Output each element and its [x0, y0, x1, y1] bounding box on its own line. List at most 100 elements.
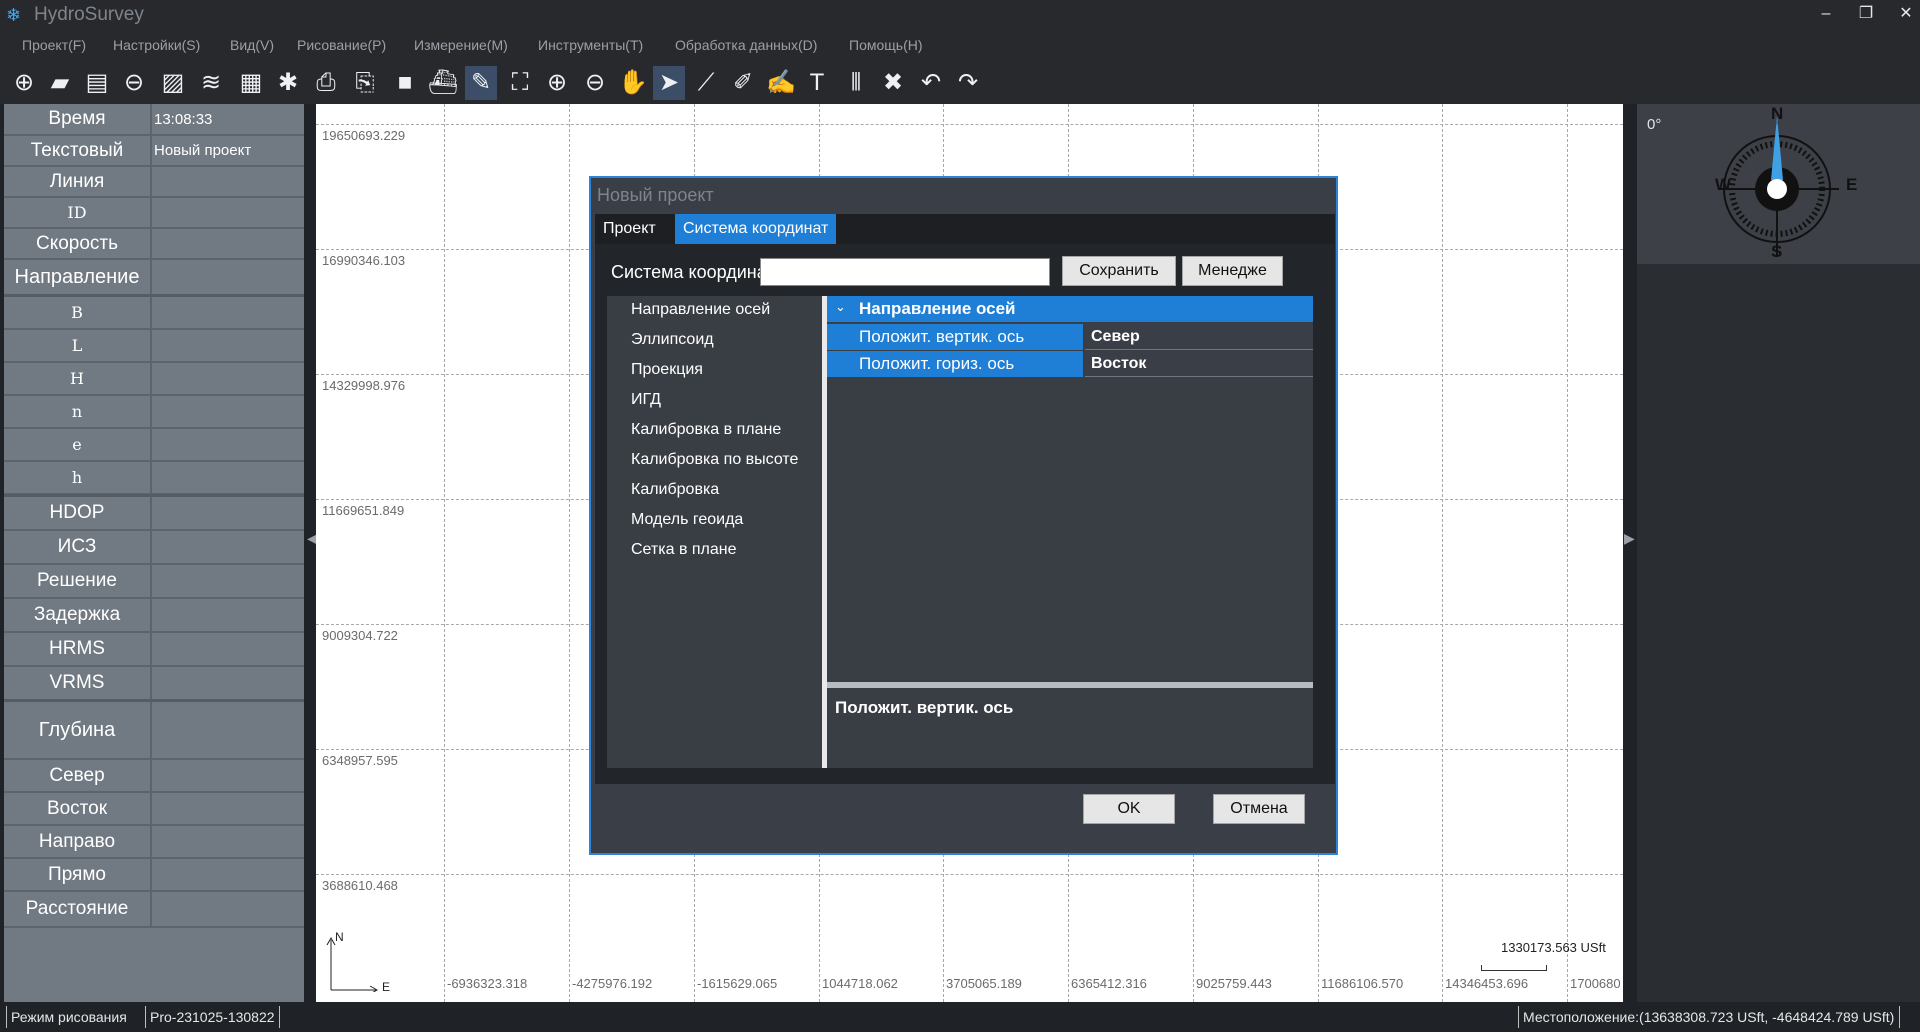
- menu-view[interactable]: Вид(V): [230, 37, 274, 53]
- layers-icon[interactable]: ≋: [195, 66, 227, 100]
- video-icon[interactable]: ■: [389, 66, 421, 100]
- property-row[interactable]: Положит. гориз. ось Восток: [827, 351, 1313, 377]
- document-icon[interactable]: ▦: [235, 66, 267, 100]
- fullscreen-icon[interactable]: ⛶: [504, 66, 536, 100]
- chevron-down-icon: ⌄: [835, 299, 846, 314]
- minimize-button[interactable]: –: [1808, 0, 1844, 30]
- settings-icon[interactable]: ✱: [272, 66, 304, 100]
- tree-item-axis-direction[interactable]: Направление осей: [631, 301, 770, 319]
- zoom-out-icon[interactable]: ⊖: [579, 66, 611, 100]
- y-axis-label: 16990346.103: [322, 253, 406, 268]
- tree-item-projection[interactable]: Проекция: [631, 361, 703, 379]
- property-row[interactable]: Положит. вертик. ось Север: [827, 324, 1313, 350]
- property-value[interactable]: Север: [1085, 324, 1313, 350]
- ok-button[interactable]: OK: [1083, 794, 1175, 824]
- edit-lines-icon[interactable]: ✍: [765, 66, 797, 100]
- axis-n-label: N: [335, 930, 344, 944]
- ruler-icon[interactable]: ⟋: [690, 66, 722, 100]
- link-icon[interactable]: ⊖: [118, 66, 150, 100]
- undo-icon[interactable]: ↶: [915, 66, 947, 100]
- restore-button[interactable]: ❐: [1848, 0, 1884, 30]
- tree-item-geoid-model[interactable]: Модель геоида: [631, 511, 743, 529]
- collapse-right-panel-icon[interactable]: ▶: [1624, 530, 1635, 547]
- toolbar: ⊕ ▰ ▤ ⊖ ▨ ≋ ▦ ✱ ⎙ ⎘ ■ ⛴ ✎ ⛶ ⊕ ⊖ ✋ ➤ ⟋ ✐ …: [0, 62, 1920, 104]
- app-title: HydroSurvey: [34, 4, 144, 25]
- coordinate-system-input[interactable]: [760, 258, 1050, 286]
- delete-icon[interactable]: ✖: [877, 66, 909, 100]
- barcode-icon[interactable]: ⦀: [840, 66, 872, 100]
- compass-n-label: N: [1771, 104, 1784, 123]
- row-east: Восток: [4, 793, 304, 826]
- property-name: Положит. вертик. ось: [853, 324, 1083, 350]
- row-label: HDOP: [4, 497, 152, 529]
- tree-item-horizontal-calibration[interactable]: Калибровка в плане: [631, 421, 781, 439]
- menu-tools[interactable]: Инструменты(T): [538, 37, 643, 53]
- image-icon[interactable]: ▨: [157, 66, 189, 100]
- tree-item-ellipsoid[interactable]: Эллипсоид: [631, 331, 714, 349]
- row-vrms: VRMS: [4, 667, 304, 701]
- tree-item-vertical-calibration[interactable]: Калибровка по высоте: [631, 451, 798, 469]
- tab-project[interactable]: Проект: [595, 214, 664, 244]
- row-text: Текстовый Новый проект: [4, 136, 304, 167]
- menu-drawing[interactable]: Рисование(P): [297, 37, 386, 53]
- edit-points-icon[interactable]: ✐: [727, 66, 759, 100]
- settings-tree: Направление осей Эллипсоид Проекция ИГД …: [607, 296, 822, 768]
- row-id: ID: [4, 198, 304, 229]
- row-latency: Задержка: [4, 599, 304, 633]
- property-name: Положит. гориз. ось: [853, 351, 1083, 377]
- y-axis-label: 6348957.595: [322, 753, 398, 768]
- menu-settings[interactable]: Настройки(S): [113, 37, 200, 53]
- row-label: L: [4, 330, 152, 361]
- compass-w-label: W: [1715, 175, 1732, 194]
- row-label: VRMS: [4, 667, 152, 699]
- grid-line: [316, 124, 1623, 125]
- row-label: Прямо: [4, 859, 152, 890]
- print-setup-icon[interactable]: ⎘: [349, 66, 381, 100]
- row-label: Направление: [4, 260, 152, 294]
- close-button[interactable]: ✕: [1888, 0, 1920, 30]
- save-button[interactable]: Сохранить: [1062, 256, 1176, 286]
- tab-coordinate-system[interactable]: Система координат: [675, 214, 837, 244]
- property-group-header[interactable]: ⌄ Направление осей: [827, 296, 1313, 322]
- row-forward: Прямо: [4, 859, 304, 892]
- pan-hand-icon[interactable]: ✋: [617, 66, 649, 100]
- y-axis-label: 19650693.229: [322, 128, 406, 143]
- compass-panel: 0° N S W E: [1637, 104, 1920, 1002]
- row-north: Север: [4, 760, 304, 793]
- boat-icon[interactable]: ⛴: [427, 66, 459, 100]
- grid-line: [316, 874, 1623, 875]
- tree-item-datum[interactable]: ИГД: [631, 391, 661, 409]
- row-label: Текстовый: [4, 136, 152, 165]
- redo-icon[interactable]: ↷: [952, 66, 984, 100]
- x-axis-label: 3705065.189: [946, 976, 1022, 991]
- row-heading: Направление: [4, 260, 304, 296]
- printer-icon[interactable]: ⎙: [310, 66, 342, 100]
- open-project-icon[interactable]: ▰: [44, 66, 76, 100]
- row-label: ID: [4, 198, 152, 227]
- compass-e-label: E: [1846, 175, 1858, 194]
- new-project-icon[interactable]: ⊕: [8, 66, 40, 100]
- row-label: HRMS: [4, 633, 152, 665]
- y-axis-label: 11669651.849: [322, 503, 405, 518]
- dialog-body: Система координат Сохранить Менедже Напр…: [595, 244, 1335, 784]
- manager-button[interactable]: Менедже: [1182, 256, 1283, 286]
- cancel-button[interactable]: Отмена: [1213, 794, 1305, 824]
- save-icon[interactable]: ▤: [81, 66, 113, 100]
- text-tool-icon[interactable]: T: [801, 66, 833, 100]
- select-arrow-icon[interactable]: ➤: [653, 66, 685, 100]
- row-right: Направо: [4, 826, 304, 859]
- row-indicator: [827, 351, 853, 377]
- menu-project[interactable]: Проект(F): [22, 37, 86, 53]
- menu-measurement[interactable]: Измерение(M): [414, 37, 508, 53]
- coordinate-system-label: Система координат: [611, 262, 775, 282]
- menu-data-processing[interactable]: Обработка данных(D): [675, 37, 817, 53]
- menu-help[interactable]: Помощь(H): [849, 37, 923, 53]
- tree-item-calibration[interactable]: Калибровка: [631, 481, 719, 499]
- zoom-in-icon[interactable]: ⊕: [541, 66, 573, 100]
- row-indicator: [827, 324, 853, 350]
- tree-item-plane-grid[interactable]: Сетка в плане: [631, 541, 737, 559]
- edit-icon[interactable]: ✎: [465, 66, 497, 100]
- row-e: e: [4, 429, 304, 462]
- status-separator: [1899, 1006, 1900, 1028]
- property-value[interactable]: Восток: [1085, 351, 1313, 377]
